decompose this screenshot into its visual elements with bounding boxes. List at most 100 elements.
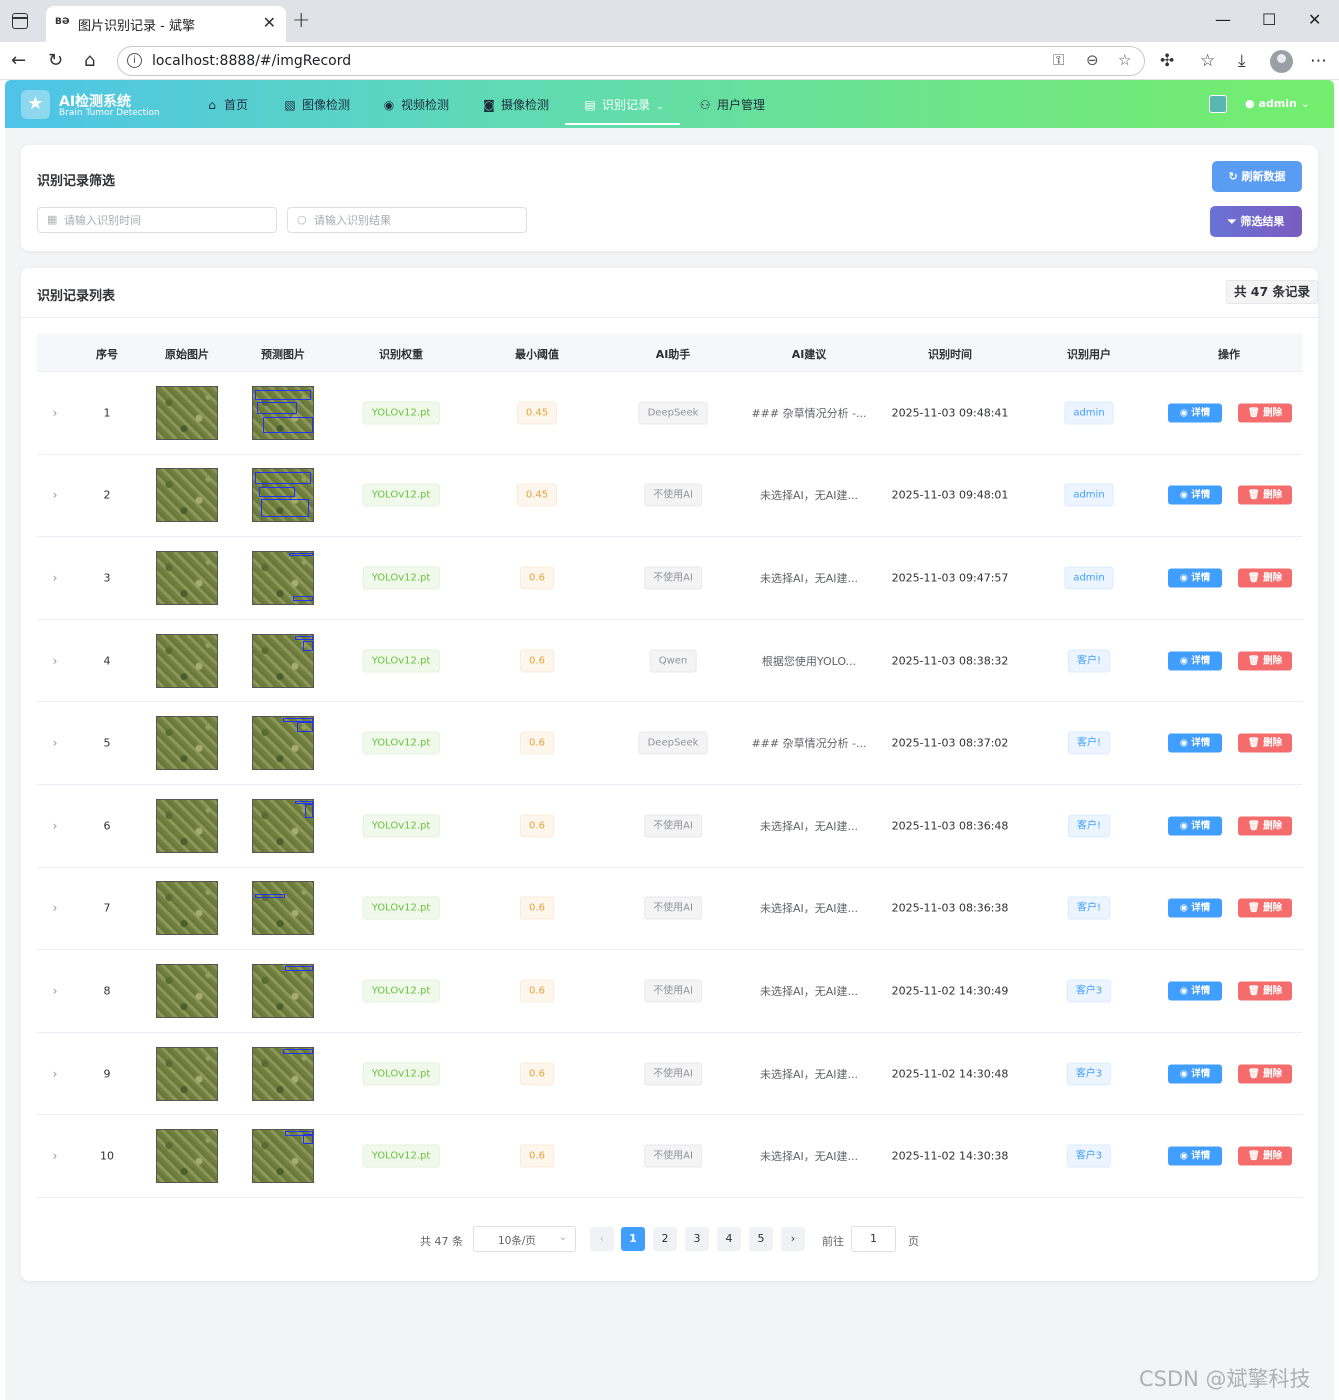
window-close-icon[interactable]: ✕ xyxy=(1308,10,1321,29)
maximize-icon[interactable]: ☐ xyxy=(1262,10,1276,29)
delete-button[interactable]: 🗑 删除 xyxy=(1238,733,1292,753)
ai-assistant-tag: 不使用AI xyxy=(644,896,702,920)
expand-row-icon[interactable]: › xyxy=(53,488,58,502)
expand-row-icon[interactable]: › xyxy=(53,1149,58,1163)
fullscreen-icon[interactable] xyxy=(1209,95,1227,113)
user-dropdown[interactable]: ● admin ⌄ xyxy=(1245,97,1310,110)
downloads-icon[interactable]: ⤓ xyxy=(1238,51,1246,71)
zoom-out-icon[interactable]: ⊖ xyxy=(1086,51,1099,69)
page-button-3[interactable]: 3 xyxy=(685,1227,709,1251)
tab-actions-icon[interactable] xyxy=(12,13,28,29)
original-image[interactable] xyxy=(156,1129,218,1184)
expand-row-icon[interactable]: › xyxy=(53,984,58,998)
predicted-image[interactable] xyxy=(252,550,314,605)
delete-button[interactable]: 🗑 删除 xyxy=(1238,651,1292,671)
menu-home[interactable]: ⌂ 首页 xyxy=(205,96,248,113)
detail-button[interactable]: ◉ 详情 xyxy=(1168,1146,1222,1166)
filter-button[interactable]: ⏷ 筛选结果 xyxy=(1210,206,1302,237)
time-filter-field[interactable]: ▦ xyxy=(37,207,277,233)
detail-button[interactable]: ◉ 详情 xyxy=(1168,1064,1222,1084)
original-image[interactable] xyxy=(156,1046,218,1101)
original-image[interactable] xyxy=(156,633,218,688)
browser-tab-strip: BƏ 图片识别记录 - 斌擎 ✕ + — ☐ ✕ xyxy=(0,0,1339,42)
page-size-select[interactable]: 10条/页 ⌄ xyxy=(473,1226,576,1252)
original-image[interactable] xyxy=(156,716,218,771)
extensions-icon[interactable]: ✣ xyxy=(1160,51,1174,71)
new-tab-icon[interactable]: + xyxy=(292,8,310,33)
delete-button[interactable]: 🗑 删除 xyxy=(1238,568,1292,588)
delete-button[interactable]: 🗑 删除 xyxy=(1238,1064,1292,1084)
prev-page-button[interactable]: ‹ xyxy=(590,1227,614,1251)
detail-button[interactable]: ◉ 详情 xyxy=(1168,485,1222,505)
result-filter-field[interactable]: ○ xyxy=(287,207,527,233)
predicted-image[interactable] xyxy=(252,1129,314,1184)
delete-button[interactable]: 🗑 删除 xyxy=(1238,981,1292,1001)
page-button-4[interactable]: 4 xyxy=(717,1227,741,1251)
reload-icon[interactable]: ↻ xyxy=(48,50,63,71)
predicted-image[interactable] xyxy=(252,963,314,1018)
menu-video-detect[interactable]: ◉ 视频检测 xyxy=(382,96,449,113)
menu-image-detect[interactable]: ▧ 图像检测 xyxy=(283,96,350,113)
detail-button[interactable]: ◉ 详情 xyxy=(1168,816,1222,836)
page-button-5[interactable]: 5 xyxy=(749,1227,773,1251)
original-image[interactable] xyxy=(156,881,218,936)
detail-button[interactable]: ◉ 详情 xyxy=(1168,568,1222,588)
logo-subtitle: Brain Tumor Detection xyxy=(59,108,160,118)
expand-row-icon[interactable]: › xyxy=(53,1067,58,1081)
home-icon[interactable]: ⌂ xyxy=(84,50,95,71)
delete-button[interactable]: 🗑 删除 xyxy=(1238,1146,1292,1166)
profile-avatar[interactable] xyxy=(1270,50,1293,73)
predicted-image[interactable] xyxy=(252,1046,314,1101)
col-original-image: 原始图片 xyxy=(165,348,209,361)
original-image[interactable] xyxy=(156,550,218,605)
favorite-star-icon[interactable]: ☆ xyxy=(1118,51,1131,69)
time-filter-input[interactable] xyxy=(64,211,264,229)
more-menu-icon[interactable]: ⋯ xyxy=(1310,51,1327,71)
favorites-icon[interactable]: ☆ xyxy=(1200,51,1215,71)
refresh-button[interactable]: ↻ 刷新数据 xyxy=(1212,161,1302,192)
browser-tab[interactable]: BƏ 图片识别记录 - 斌擎 ✕ xyxy=(46,6,286,42)
result-filter-input[interactable] xyxy=(314,211,514,229)
detail-button[interactable]: ◉ 详情 xyxy=(1168,733,1222,753)
detail-button[interactable]: ◉ 详情 xyxy=(1168,898,1222,918)
detail-button[interactable]: ◉ 详情 xyxy=(1168,651,1222,671)
url-field[interactable]: i localhost:8888/#/imgRecord ⚿ ⊖ ☆ xyxy=(117,46,1145,76)
detail-button[interactable]: ◉ 详情 xyxy=(1168,981,1222,1001)
original-image[interactable] xyxy=(156,963,218,1018)
delete-button[interactable]: 🗑 删除 xyxy=(1238,816,1292,836)
tab-close-icon[interactable]: ✕ xyxy=(263,13,276,32)
original-image[interactable] xyxy=(156,798,218,853)
predicted-image[interactable] xyxy=(252,798,314,853)
expand-row-icon[interactable]: › xyxy=(53,406,58,420)
table-row: › 3 YOLOv12.pt 0.6 不使用AI 未选择AI，无AI建... 2025-11… xyxy=(37,537,1302,620)
delete-button[interactable]: 🗑 删除 xyxy=(1238,898,1292,918)
predicted-image[interactable] xyxy=(252,385,314,440)
site-info-icon[interactable]: i xyxy=(127,53,142,68)
expand-row-icon[interactable]: › xyxy=(53,819,58,833)
page-button-2[interactable]: 2 xyxy=(653,1227,677,1251)
predicted-image[interactable] xyxy=(252,468,314,523)
key-icon[interactable]: ⚿ xyxy=(1053,51,1064,69)
expand-row-icon[interactable]: › xyxy=(53,736,58,750)
goto-page-input[interactable]: 1 xyxy=(851,1226,896,1252)
minimize-icon[interactable]: — xyxy=(1215,10,1231,29)
expand-row-icon[interactable]: › xyxy=(53,901,58,915)
predicted-image[interactable] xyxy=(252,716,314,771)
menu-user-manage[interactable]: ⚇ 用户管理 xyxy=(698,96,765,113)
original-image[interactable] xyxy=(156,468,218,523)
menu-camera-detect[interactable]: ◙ 摄像检测 xyxy=(482,96,549,113)
expand-row-icon[interactable]: › xyxy=(53,654,58,668)
pagination-total: 共 47 条 xyxy=(420,1235,463,1248)
page-button-1[interactable]: 1 xyxy=(621,1227,645,1251)
back-icon[interactable]: ← xyxy=(11,50,26,71)
original-image[interactable] xyxy=(156,385,218,440)
expand-row-icon[interactable]: › xyxy=(53,571,58,585)
col-index: 序号 xyxy=(96,348,118,361)
delete-button[interactable]: 🗑 删除 xyxy=(1238,403,1292,423)
detail-button[interactable]: ◉ 详情 xyxy=(1168,403,1222,423)
delete-button[interactable]: 🗑 删除 xyxy=(1238,485,1292,505)
predicted-image[interactable] xyxy=(252,633,314,688)
menu-records[interactable]: ▤ 识别记录 ⌄ xyxy=(583,96,663,113)
predicted-image[interactable] xyxy=(252,881,314,936)
next-page-button[interactable]: › xyxy=(781,1227,805,1251)
